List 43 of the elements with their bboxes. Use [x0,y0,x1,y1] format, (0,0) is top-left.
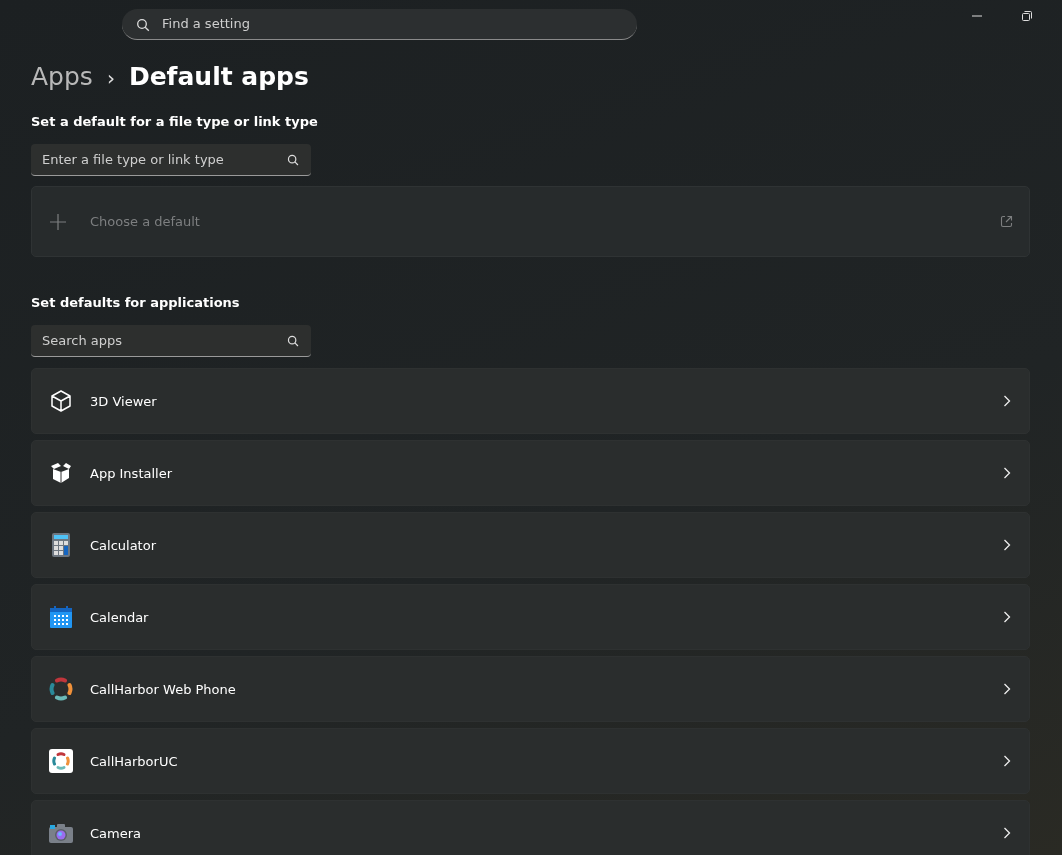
app-row[interactable]: Camera [31,800,1030,855]
calculator-icon [51,533,71,557]
external-link-icon [1000,215,1013,228]
camera-icon [49,823,73,843]
chevron-right-icon [1003,755,1011,767]
app-name: 3D Viewer [90,393,157,409]
search-field[interactable]: Enter a file type or link type [31,144,311,176]
cube-icon [49,389,73,413]
app-row[interactable]: CallHarbor Web Phone [31,656,1030,722]
search-icon [287,335,299,347]
chevron-right-icon [1003,467,1011,479]
app-name: Calendar [90,609,149,625]
breadcrumb-separator: › [106,66,115,90]
section-heading: Set a default for a file type or link type [31,114,319,131]
app-row[interactable]: 3D Viewer [31,368,1030,434]
search-icon [287,154,299,166]
ring-tile-icon [49,749,73,773]
package-icon [49,461,73,485]
app-name: Camera [90,825,142,841]
restore-icon[interactable] [1021,10,1033,22]
app-name: CallHarborUC [90,753,178,769]
app-row[interactable]: App Installer [31,440,1030,506]
chevron-right-icon [1003,395,1011,407]
page-title: Default apps [128,62,309,91]
choose-default-label: Choose a default [90,214,200,229]
search-icon [136,17,150,32]
app-row[interactable]: CallHarborUC [31,728,1030,794]
app-name: Calculator [90,537,156,553]
section-heading: Set defaults for applications [31,295,241,312]
app-name: App Installer [90,465,172,481]
app-row[interactable]: Calculator [31,512,1030,578]
chevron-right-icon [1003,539,1011,551]
chevron-right-icon [1003,683,1011,695]
chevron-right-icon [1003,611,1011,623]
plus-icon [49,212,67,231]
breadcrumb-link[interactable]: Apps [31,62,93,91]
app-name: CallHarbor Web Phone [90,681,236,697]
ring-icon [49,677,73,701]
app-row[interactable]: Calendar [31,584,1030,650]
calendar-icon [49,605,73,629]
chevron-right-icon [1003,827,1011,839]
search-field[interactable]: Search apps [31,325,311,357]
search-field[interactable]: Find a setting [122,8,637,40]
